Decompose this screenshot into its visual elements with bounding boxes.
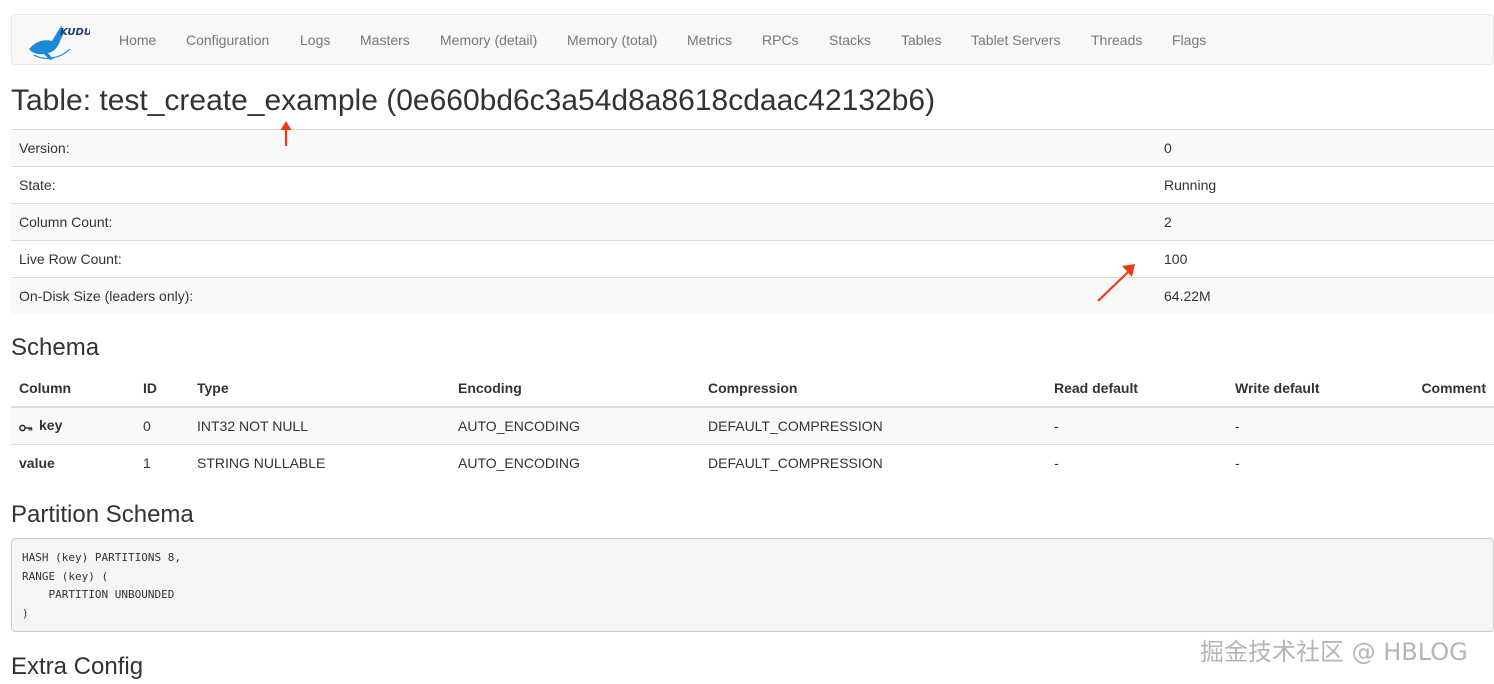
nav-memory-total[interactable]: Memory (total)	[567, 32, 657, 48]
header-id: ID	[135, 369, 189, 408]
schema-column-type: STRING NULLABLE	[189, 444, 450, 481]
schema-column-comment	[1375, 406, 1494, 445]
summary-label: On-Disk Size (leaders only):	[11, 277, 1156, 314]
header-comment: Comment	[1375, 369, 1494, 408]
column-name-text: key	[39, 417, 63, 434]
navbar: KUDU Home Configuration Logs Masters Mem…	[11, 14, 1494, 65]
schema-table: Column ID Type Encoding Compression Read…	[11, 369, 1494, 481]
schema-column-type: INT32 NOT NULL	[189, 406, 450, 445]
nav-rpcs[interactable]: RPCs	[762, 32, 799, 48]
summary-value: Running	[1156, 166, 1494, 204]
nav-threads[interactable]: Threads	[1091, 32, 1142, 48]
nav-stacks[interactable]: Stacks	[829, 32, 871, 48]
table-summary: Version: 0 State: Running Column Count: …	[11, 129, 1494, 314]
summary-value: 2	[1156, 203, 1494, 241]
header-read-default: Read default	[1046, 369, 1227, 408]
nav-home[interactable]: Home	[119, 32, 156, 48]
key-icon	[19, 419, 33, 435]
nav-flags[interactable]: Flags	[1172, 32, 1206, 48]
table-row: key 0 INT32 NOT NULL AUTO_ENCODING DEFAU…	[11, 406, 1494, 445]
header-encoding: Encoding	[450, 369, 700, 408]
header-compression: Compression	[700, 369, 1046, 408]
header-write-default: Write default	[1227, 369, 1376, 408]
watermark: 掘金技术社区 @ HBLOG	[1200, 638, 1468, 666]
summary-row-on-disk-size: On-Disk Size (leaders only): 64.22M	[11, 277, 1494, 314]
nav-tablet-servers[interactable]: Tablet Servers	[971, 32, 1060, 48]
partition-schema-code: HASH (key) PARTITIONS 8, RANGE (key) ( P…	[11, 538, 1494, 632]
schema-column-compression: DEFAULT_COMPRESSION	[700, 444, 1046, 481]
schema-column-id: 0	[135, 406, 189, 445]
schema-column-read-default: -	[1046, 406, 1227, 445]
table-row: value 1 STRING NULLABLE AUTO_ENCODING DE…	[11, 444, 1494, 481]
schema-heading: Schema	[11, 334, 100, 361]
schema-column-compression: DEFAULT_COMPRESSION	[700, 406, 1046, 445]
nav-masters[interactable]: Masters	[360, 32, 410, 48]
nav-tables[interactable]: Tables	[901, 32, 941, 48]
kudu-logo[interactable]: KUDU	[26, 19, 92, 63]
schema-column-name: value	[11, 444, 135, 481]
summary-row-live-row-count: Live Row Count: 100	[11, 240, 1494, 278]
nav-metrics[interactable]: Metrics	[687, 32, 732, 48]
schema-column-read-default: -	[1046, 444, 1227, 481]
schema-column-encoding: AUTO_ENCODING	[450, 406, 700, 445]
schema-column-comment	[1375, 444, 1494, 481]
schema-column-write-default: -	[1227, 444, 1376, 481]
summary-row-column-count: Column Count: 2	[11, 203, 1494, 241]
annotation-arrow-up-icon	[280, 121, 292, 146]
schema-column-encoding: AUTO_ENCODING	[450, 444, 700, 481]
summary-value: 64.22M	[1156, 277, 1494, 314]
page-title: Table: test_create_example (0e660bd6c3a5…	[11, 84, 936, 117]
partition-schema-heading: Partition Schema	[11, 501, 194, 528]
schema-header-row: Column ID Type Encoding Compression Read…	[11, 369, 1494, 408]
summary-row-state: State: Running	[11, 166, 1494, 204]
brand-text: KUDU	[60, 27, 90, 38]
summary-label: Version:	[11, 129, 1156, 167]
summary-label: Column Count:	[11, 203, 1156, 241]
summary-label: Live Row Count:	[11, 240, 1156, 278]
nav-memory-detail[interactable]: Memory (detail)	[440, 32, 537, 48]
nav-logs[interactable]: Logs	[300, 32, 330, 48]
summary-label: State:	[11, 166, 1156, 204]
header-column: Column	[11, 369, 135, 408]
schema-column-name: key	[11, 406, 135, 445]
schema-column-write-default: -	[1227, 406, 1376, 445]
schema-column-id: 1	[135, 444, 189, 481]
nav-configuration[interactable]: Configuration	[186, 32, 269, 48]
header-type: Type	[189, 369, 450, 408]
summary-row-version: Version: 0	[11, 129, 1494, 167]
extra-config-heading: Extra Config	[11, 653, 144, 680]
annotation-arrow-diagonal-icon	[1097, 264, 1135, 302]
summary-value: 100	[1156, 240, 1494, 278]
summary-value: 0	[1156, 129, 1494, 167]
